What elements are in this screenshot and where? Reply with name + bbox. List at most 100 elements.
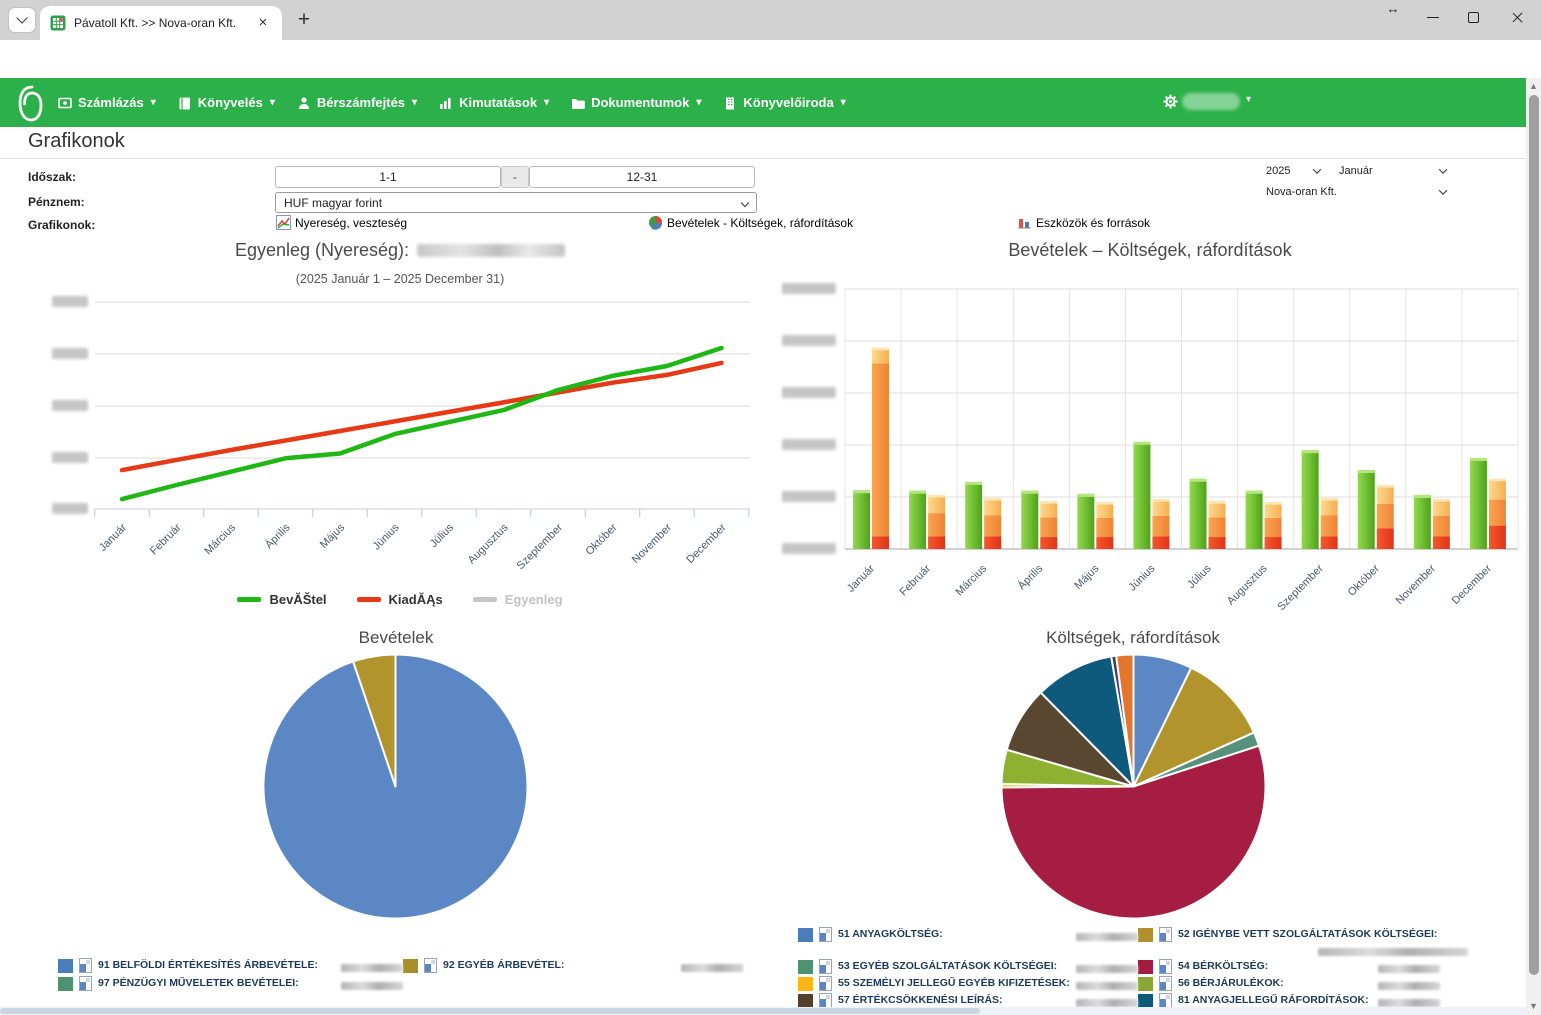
window-dock-icon[interactable]: ↔ [1373,0,1413,20]
svg-text:November: November [630,521,675,566]
chevron-down-icon: ▾ [841,97,846,108]
revenue-legend: 91 BELFÖLDI ÉRTÉKESÍTÉS ÁRBEVÉTELE: 92 EG… [58,958,743,994]
menu-item-label: Könyvelőiroda [743,95,833,110]
window-close-button[interactable] [1497,0,1537,34]
svg-text:Július: Július [1185,562,1214,591]
year-select[interactable]: 2025 [1260,162,1326,179]
currency-select[interactable]: HUF magyar forint [275,192,757,213]
vertical-scrollbar[interactable]: ▲ ▼ [1526,78,1541,1015]
menu-item-bérszámfejtés[interactable]: Bérszámfejtés ▾ [297,95,417,110]
ledger-icon[interactable] [1159,927,1172,942]
legend-label: 97 PÉNZÜGYI MŰVELETEK BEVÉTELEI: [98,976,299,991]
grafikonok-label: Grafikonok: [28,218,95,232]
legend-swatch [798,928,813,942]
legend-label: 81 ANYAGJELLEGŰ RÁFORDÍTÁSOK: [1178,993,1369,1008]
legend-label: 54 BÉRKÖLTSÉG: [1178,959,1268,974]
ledger-icon[interactable] [819,959,832,974]
legend-swatch [1138,977,1153,991]
ledger-icon[interactable] [819,976,832,991]
redacted-value [1076,965,1138,973]
bar-chart-icon [1017,215,1032,230]
scrollbar-thumb[interactable] [0,1008,980,1014]
period-from-input[interactable]: 1-1 [275,166,501,188]
redacted-value [1378,965,1440,973]
month-select[interactable]: Január [1333,162,1452,179]
tab-search-button[interactable] [8,7,36,33]
ledger-icon[interactable] [1159,959,1172,974]
redacted-value [1076,982,1138,990]
ledger-icon[interactable] [79,976,92,991]
svg-text:Március: Március [202,521,238,557]
svg-text:Április: Április [262,521,293,552]
ledger-icon[interactable] [1159,993,1172,1008]
ledger-icon[interactable] [819,993,832,1008]
redacted-value [1076,999,1138,1007]
horizontal-scrollbar[interactable] [0,1007,1526,1015]
ledger-icon[interactable] [79,958,92,973]
chevron-down-icon [1313,165,1321,173]
svg-text:Október: Október [1346,562,1382,598]
redacted-value [341,982,403,990]
svg-text:Augusztus: Augusztus [1225,562,1270,607]
menu-item-kimutatások[interactable]: Kimutatások▾ [439,95,549,110]
legend-label: 51 ANYAGKÖLTSÉG: [838,927,943,942]
legend-label: 91 BELFÖLDI ÉRTÉKESÍTÉS ÁRBEVÉTELE: [98,958,318,973]
window-minimize-button[interactable] [1413,0,1453,34]
cost-pie-chart [999,652,1268,921]
redacted-value [1378,999,1440,1007]
user-name-redacted[interactable] [1182,93,1240,110]
browser-window: Pávatoll Kft. >> Nova-oran Kft. × + ↔ ← … [0,0,1541,1015]
legend-row: 52 IGÉNYBE VETT SZOLGÁLTATÁSOK KÖLTSÉGEI… [1138,927,1528,959]
legend-row: 92 EGYÉB ÁRBEVÉTEL: [403,958,743,976]
new-tab-button[interactable]: + [292,9,316,33]
ledger-icon[interactable] [424,958,437,973]
pie-chart-icon [648,215,663,230]
menu-item-dokumentumok[interactable]: Dokumentumok▾ [571,95,701,110]
legend-row-main: 55 SZEMÉLYI JELLEGŰ EGYÉB KIFIZETÉSEK: [798,976,1138,991]
legend-swatch [1138,960,1153,974]
ledger-icon[interactable] [819,927,832,942]
graph-link-2[interactable]: Bevételek - Költségek, ráfordítások [648,215,853,230]
svg-text:Május: Május [1072,562,1102,592]
menu-item-számlázás[interactable]: Számlázás▾ [58,95,156,110]
graph-link-label: Eszközök és források [1036,216,1150,230]
pie-left-title: Bevételek [260,628,532,648]
svg-text:Szeptember: Szeptember [515,521,566,572]
legend-item-egyenleg[interactable]: Egyenleg [473,592,563,607]
legend-swatch [798,977,813,991]
chevron-down-icon: ▾ [412,97,417,108]
svg-text:Június: Június [1127,562,1158,593]
legend-row-main: 92 EGYÉB ÁRBEVÉTEL: [403,958,743,973]
redacted-value [1378,982,1440,990]
penznem-label: Pénznem: [28,195,85,209]
person-icon [297,96,311,110]
user-caret-icon[interactable]: ▾ [1246,94,1251,105]
scroll-up-icon[interactable]: ▲ [1526,79,1541,94]
chevron-down-icon [1439,165,1447,173]
menu-item-könyvelőiroda[interactable]: Könyvelőiroda ▾ [723,95,845,110]
window-maximize-button[interactable] [1453,0,1493,34]
menu-item-könyvelés[interactable]: Könyvelés▾ [178,95,275,110]
ledger-icon[interactable] [1159,976,1172,991]
legend-label: 56 BÉRJÁRULÉKOK: [1178,976,1284,991]
scrollbar-thumb[interactable] [1529,95,1539,975]
period-to-input[interactable]: 12-31 [529,166,755,188]
fx-rate-usd: USD: 328,36 [1456,193,1518,205]
gear-icon[interactable] [1163,94,1178,114]
scroll-down-icon[interactable]: ▼ [1526,999,1541,1014]
tab-close-icon[interactable]: × [254,14,272,32]
company-select[interactable]: Nova-oran Kft. [1260,183,1452,200]
browser-tab[interactable]: Pávatoll Kft. >> Nova-oran Kft. × [40,6,282,40]
legend-item-kiadăąs[interactable]: KiadĂĄs [357,592,443,607]
folder-icon [571,96,585,110]
graph-link-1[interactable]: Nyereség, veszteség [276,215,407,230]
redacted-value [341,964,403,972]
legend-item-bevăštel[interactable]: BevĂŠtel [237,592,326,607]
fx-rate-chf: CHF: 413,86 [1456,181,1518,193]
menu-item-label: Bérszámfejtés [317,95,405,110]
legend-label: 55 SZEMÉLYI JELLEGŰ EGYÉB KIFIZETÉSEK: [838,976,1070,991]
graph-link-3[interactable]: Eszközök és források [1017,215,1150,230]
line-chart-title: Egyenleg (Nyereség): [40,240,760,261]
chevron-down-icon: ▾ [151,97,156,108]
legend-swatch [798,994,813,1008]
